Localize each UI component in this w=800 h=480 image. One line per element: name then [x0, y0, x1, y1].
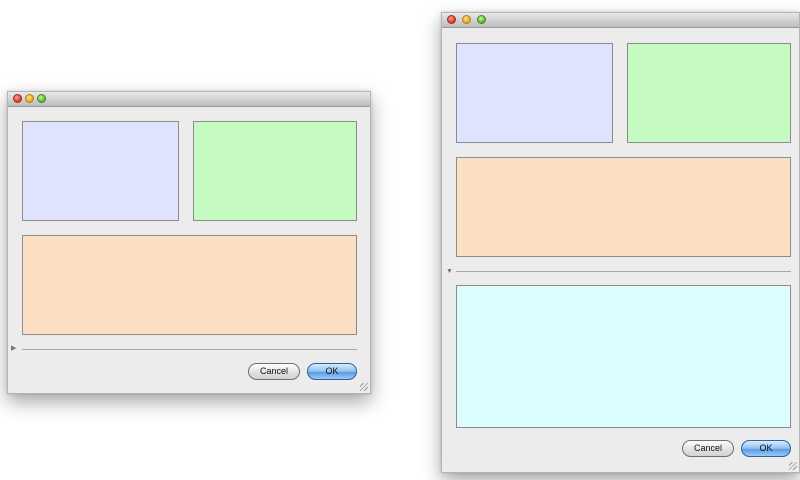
panel-blue: [22, 121, 179, 221]
close-icon[interactable]: [13, 94, 22, 103]
cancel-button[interactable]: Cancel: [682, 440, 734, 457]
panel-green: [627, 43, 791, 143]
disclosure-triangle-icon[interactable]: ▼: [446, 268, 453, 275]
zoom-icon[interactable]: [477, 15, 486, 24]
ok-button[interactable]: OK: [307, 363, 357, 380]
title-bar[interactable]: [8, 92, 370, 107]
disclosure-divider: [456, 271, 791, 272]
disclosure-divider: [22, 349, 357, 350]
cancel-button[interactable]: Cancel: [248, 363, 300, 380]
panel-orange: [22, 235, 357, 335]
panel-cyan: [456, 285, 791, 428]
zoom-icon[interactable]: [37, 94, 46, 103]
resize-grip-icon[interactable]: [360, 383, 368, 391]
window-expanded: ▼ Cancel OK: [441, 12, 800, 473]
close-icon[interactable]: [447, 15, 456, 24]
disclosure-triangle-icon[interactable]: ▶: [11, 345, 16, 352]
window-collapsed: ▶ Cancel OK: [7, 91, 371, 394]
resize-grip-icon[interactable]: [789, 462, 797, 470]
minimize-icon[interactable]: [462, 15, 471, 24]
ok-button[interactable]: OK: [741, 440, 791, 457]
title-bar[interactable]: [442, 13, 799, 28]
panel-blue: [456, 43, 613, 143]
minimize-icon[interactable]: [25, 94, 34, 103]
panel-green: [193, 121, 357, 221]
panel-orange: [456, 157, 791, 257]
